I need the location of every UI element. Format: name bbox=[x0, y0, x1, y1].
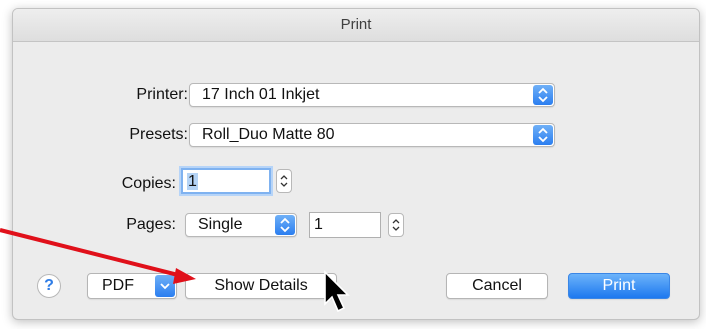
annotation-arrow bbox=[0, 228, 183, 278]
mouse-cursor-icon bbox=[324, 270, 350, 313]
annotation-overlay bbox=[0, 228, 350, 313]
arrow-head-icon bbox=[173, 268, 196, 284]
